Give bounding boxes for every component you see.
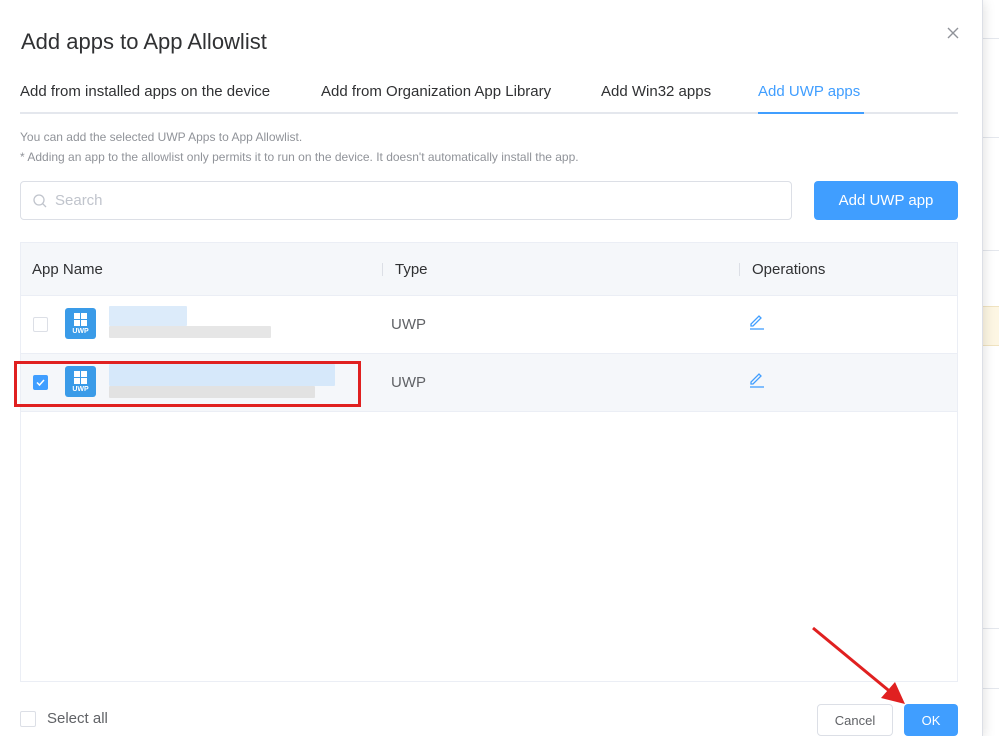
uwp-icon-label: UWP bbox=[72, 386, 89, 393]
cancel-button[interactable]: Cancel bbox=[817, 704, 893, 736]
ok-button[interactable]: OK bbox=[904, 704, 958, 736]
windows-app-icon: UWP bbox=[65, 308, 96, 339]
table-row[interactable]: UWP UWP bbox=[21, 354, 957, 412]
search-input[interactable] bbox=[55, 182, 775, 219]
app-id-redacted bbox=[109, 326, 271, 338]
disclaimer-text: * Adding an app to the allowlist only pe… bbox=[20, 150, 579, 164]
app-id-redacted bbox=[109, 386, 315, 398]
row-checkbox[interactable] bbox=[33, 317, 48, 332]
tab-organization-library[interactable]: Add from Organization App Library bbox=[321, 83, 551, 100]
select-all-checkbox[interactable] bbox=[20, 711, 36, 727]
background-page bbox=[983, 0, 999, 736]
close-icon[interactable] bbox=[944, 24, 962, 42]
add-uwp-app-button[interactable]: Add UWP app bbox=[814, 181, 958, 220]
column-app-name: App Name bbox=[32, 261, 103, 278]
add-apps-dialog: Add apps to App Allowlist Add from insta… bbox=[0, 0, 983, 736]
hint-text: You can add the selected UWP Apps to App… bbox=[20, 130, 303, 144]
app-name-redacted bbox=[109, 364, 335, 386]
tab-win32-apps[interactable]: Add Win32 apps bbox=[601, 83, 711, 100]
search-box bbox=[20, 181, 792, 220]
tab-bar: Add from installed apps on the device Ad… bbox=[20, 70, 958, 114]
table-row[interactable]: UWP UWP bbox=[21, 296, 957, 354]
tab-uwp-apps[interactable]: Add UWP apps bbox=[758, 83, 860, 100]
search-icon bbox=[32, 193, 48, 209]
column-operations: Operations bbox=[752, 261, 826, 278]
uwp-icon-label: UWP bbox=[72, 328, 89, 335]
select-all-label[interactable]: Select all bbox=[47, 710, 108, 727]
apps-table: App Name Type Operations UWP UWP UWP UWP bbox=[20, 242, 958, 682]
app-name-redacted bbox=[109, 306, 187, 326]
row-checkbox-checked[interactable] bbox=[33, 375, 48, 390]
edit-icon[interactable] bbox=[748, 371, 766, 389]
app-type: UWP bbox=[391, 316, 426, 333]
column-type: Type bbox=[395, 261, 428, 278]
tab-installed-apps[interactable]: Add from installed apps on the device bbox=[20, 83, 270, 100]
edit-icon[interactable] bbox=[748, 313, 766, 331]
dialog-title: Add apps to App Allowlist bbox=[21, 29, 267, 54]
windows-app-icon: UWP bbox=[65, 366, 96, 397]
app-type: UWP bbox=[391, 374, 426, 391]
table-header: App Name Type Operations bbox=[21, 243, 957, 296]
active-tab-indicator bbox=[758, 112, 864, 114]
